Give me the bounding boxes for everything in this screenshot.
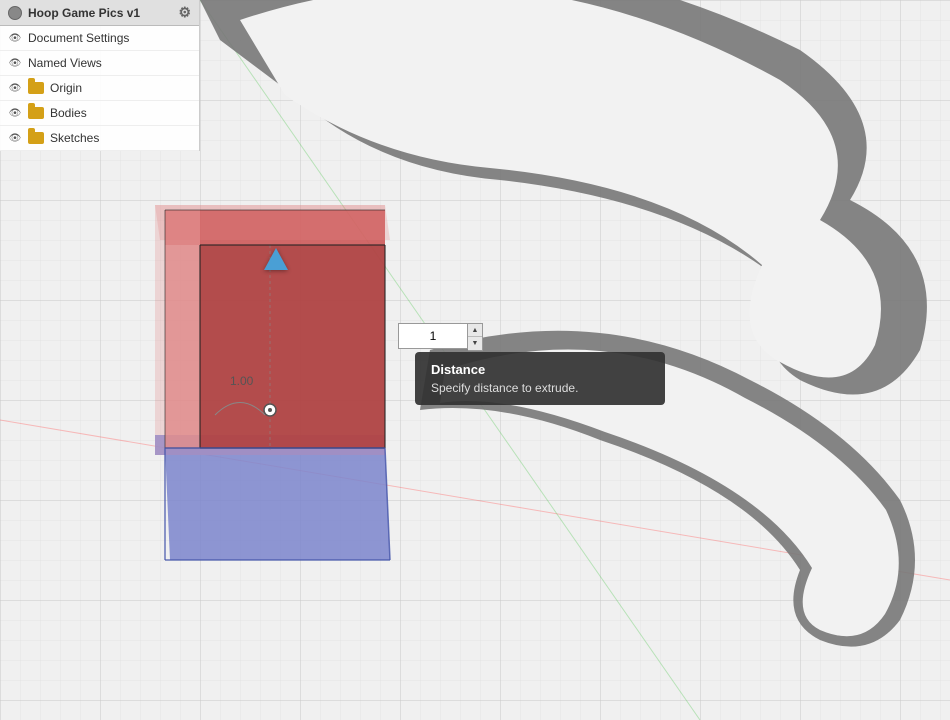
document-settings-label: Document Settings — [28, 31, 129, 45]
visibility-icon-sketches: 👁 — [8, 131, 22, 145]
tooltip-description: Specify distance to extrude. — [431, 381, 649, 395]
visibility-icon-named-views: 👁 — [8, 56, 22, 70]
spinner-buttons: ▲ ▼ — [468, 323, 483, 351]
folder-icon-bodies — [28, 107, 44, 119]
folder-icon-sketches — [28, 132, 44, 144]
spinner-down-button[interactable]: ▼ — [468, 337, 482, 350]
distance-value-input[interactable] — [398, 323, 468, 349]
visibility-icon: 👁 — [8, 31, 22, 45]
tooltip-title: Distance — [431, 362, 649, 377]
sidebar-item-document-settings[interactable]: 👁 Document Settings — [0, 26, 199, 51]
sidebar-panel: Hoop Game Pics v1 ⚙ 👁 Document Settings … — [0, 0, 200, 151]
folder-icon-origin — [28, 82, 44, 94]
sidebar-item-origin[interactable]: 👁 Origin — [0, 76, 199, 101]
app-icon — [8, 6, 22, 20]
distance-tooltip: Distance Specify distance to extrude. — [415, 352, 665, 405]
sidebar-item-bodies[interactable]: 👁 Bodies — [0, 101, 199, 126]
visibility-icon-bodies: 👁 — [8, 106, 22, 120]
named-views-label: Named Views — [28, 56, 102, 70]
settings-icon: ⚙ — [178, 4, 191, 21]
sketches-label: Sketches — [50, 131, 99, 145]
app-title: Hoop Game Pics v1 — [28, 6, 140, 20]
spinner-up-button[interactable]: ▲ — [468, 324, 482, 337]
sidebar-item-sketches[interactable]: 👁 Sketches — [0, 126, 199, 151]
visibility-icon-origin: 👁 — [8, 81, 22, 95]
origin-label: Origin — [50, 81, 82, 95]
sidebar-item-named-views[interactable]: 👁 Named Views — [0, 51, 199, 76]
distance-input-container[interactable]: ▲ ▼ — [398, 323, 483, 351]
arrow-up-icon — [264, 248, 288, 270]
bodies-label: Bodies — [50, 106, 87, 120]
svg-text:1.00: 1.00 — [230, 374, 254, 388]
title-bar: Hoop Game Pics v1 ⚙ — [0, 0, 199, 26]
